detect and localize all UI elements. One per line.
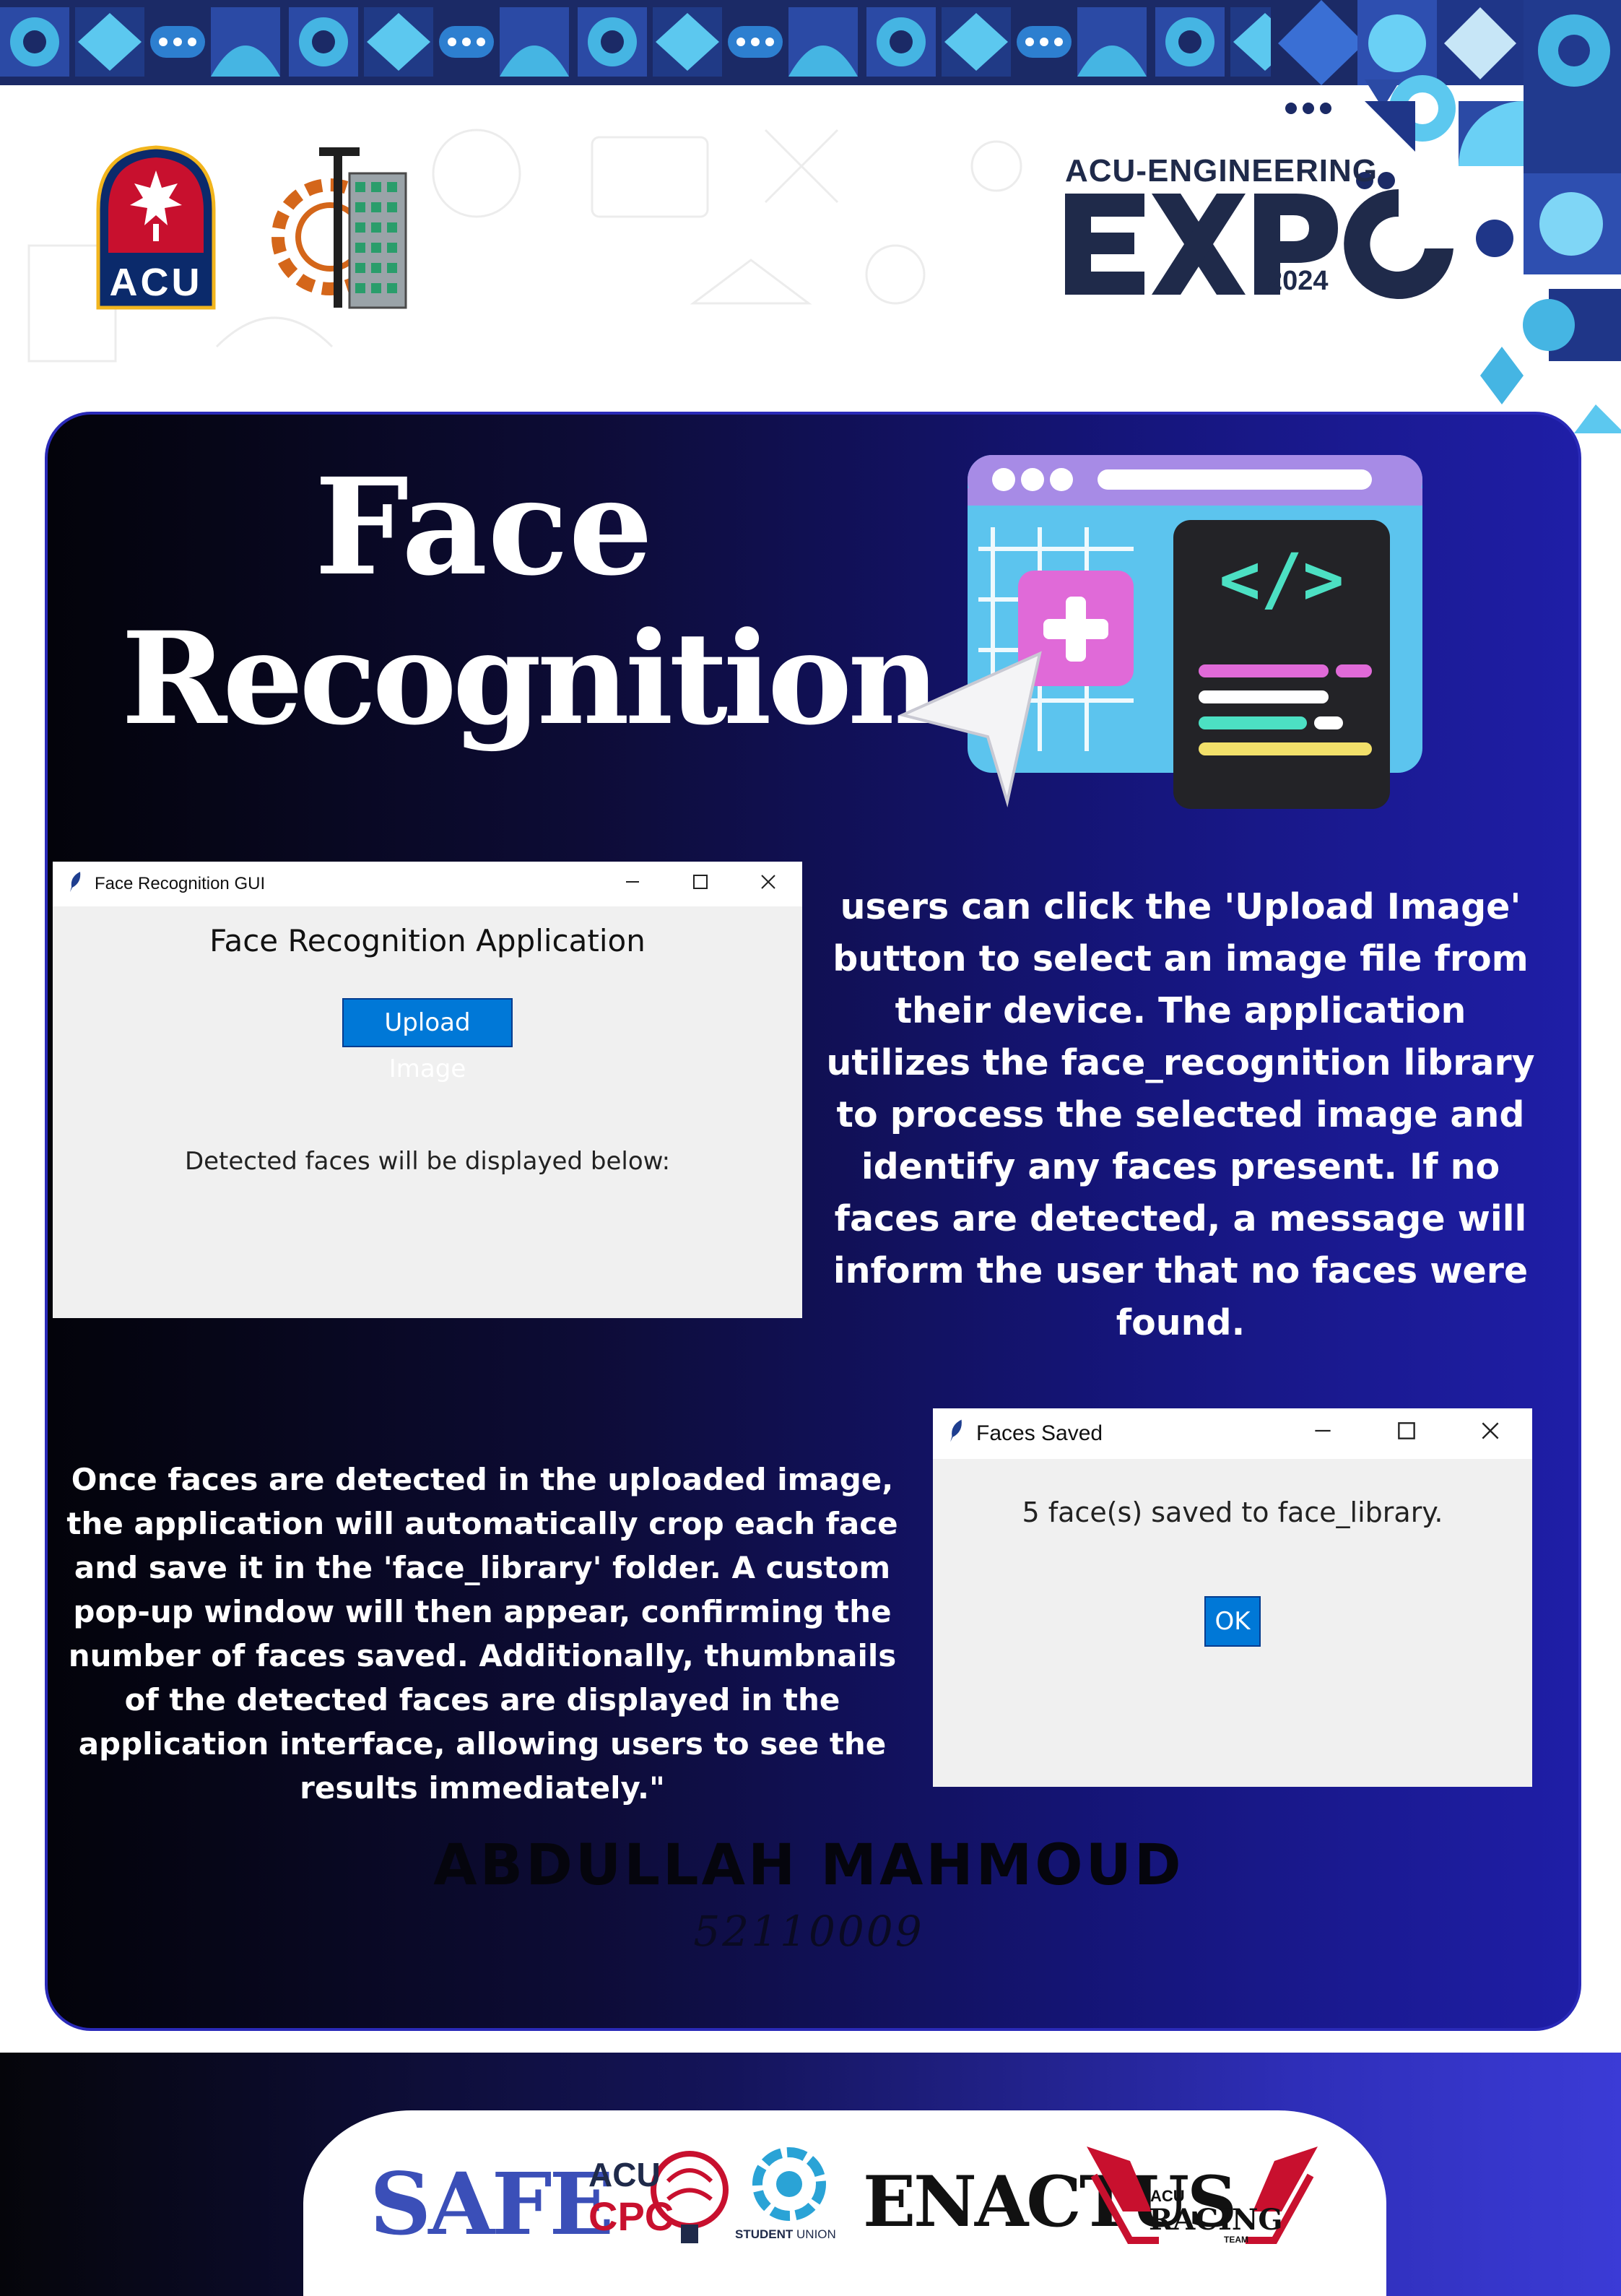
upload-image-button[interactable]: Upload Image — [342, 998, 513, 1083]
racing-bottom: TEAM — [1224, 2235, 1248, 2245]
faculty-logo — [261, 144, 413, 314]
svg-text:</>: </> — [1219, 539, 1344, 620]
window-title-bar[interactable]: Face Recognition GUI — [53, 862, 802, 906]
acu-cpc-bottom: CPC — [588, 2193, 674, 2239]
university-logo-text: ACU — [109, 261, 203, 304]
acu-cpc-logo: ACU CPC — [588, 2145, 733, 2253]
minimize-icon[interactable] — [599, 874, 666, 895]
maximize-icon[interactable] — [666, 874, 734, 895]
acu-cpc-top: ACU — [588, 2156, 661, 2193]
expo-logo — [1065, 186, 1455, 302]
student-union-b: UNION — [796, 2227, 836, 2241]
student-union-logo: STUDENT UNION — [735, 2146, 843, 2255]
code-window-illustration: </> — [895, 448, 1437, 816]
window-title: Face Recognition GUI — [95, 874, 266, 893]
feather-app-icon — [949, 1418, 965, 1449]
safe-logo: SAFE — [370, 2154, 614, 2254]
minimize-icon[interactable] — [1281, 1421, 1365, 1446]
top-pattern-band — [0, 0, 1285, 85]
racing-mid: RACING — [1149, 2203, 1283, 2237]
project-title-line2: Recognition — [121, 604, 940, 753]
acu-racing-logo: ACU RACING TEAM — [1079, 2132, 1325, 2269]
faces-saved-message: 5 face(s) saved to face_library. — [1022, 1496, 1443, 1528]
expo-header-text: ACU-ENGINEERING — [1065, 153, 1378, 189]
maximize-icon[interactable] — [1365, 1421, 1448, 1446]
university-logo: ACU — [92, 144, 220, 311]
ok-button[interactable]: OK — [1204, 1596, 1261, 1647]
popup-title: Faces Saved — [976, 1421, 1103, 1445]
project-title-line1: Face — [314, 449, 653, 605]
close-icon[interactable] — [734, 874, 802, 895]
author-id: 52110009 — [693, 1907, 924, 1956]
upload-description: users can click the 'Upload Image' butto… — [826, 886, 1535, 1343]
save-description: Once faces are detected in the uploaded … — [66, 1462, 898, 1806]
popup-title-bar[interactable]: Faces Saved — [933, 1408, 1532, 1459]
student-union-a: STUDENT — [735, 2227, 794, 2241]
app-heading: Face Recognition Application — [209, 923, 646, 958]
detected-faces-note: Detected faces will be displayed below: — [184, 1147, 671, 1176]
author-name: ABDULLAH MAHMOUD — [433, 1833, 1184, 1898]
feather-app-icon — [69, 871, 83, 898]
close-icon[interactable] — [1448, 1421, 1532, 1446]
sponsor-logos-strip: SAFE ACU CPC STUDENT UNION ENACTUS ACU R… — [303, 2110, 1386, 2296]
expo-year: 2024 — [1267, 266, 1329, 296]
